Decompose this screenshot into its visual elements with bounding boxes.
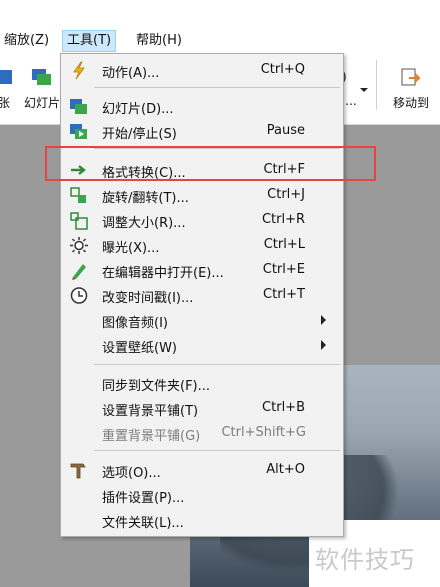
menu-item-open-in-editor[interactable]: 在编辑器中打开(E)... Ctrl+E [62,258,342,283]
menu-item-label: 幻灯片(D)... [102,102,174,117]
menu-item-label: 图像音频(I) [102,316,168,331]
menu-item-options[interactable]: 选项(O)... Alt+O [62,458,342,483]
resize-icon [69,211,89,230]
lightning-icon [69,61,89,80]
menu-item-set-tile[interactable]: 设置背景平铺(T) Ctrl+B [62,396,342,421]
menu-item-shortcut: Ctrl+E [262,262,305,277]
menu-item-shortcut: Ctrl+L [263,237,305,252]
menu-separator [94,364,340,365]
menu-item-label: 在编辑器中打开(E)... [102,266,224,281]
menu-item-label: 设置壁纸(W) [102,341,177,356]
menu-item-label: 改变时间戳(I)... [102,291,194,306]
submenu-arrow-icon [321,340,326,350]
menu-item-slideshow[interactable]: 幻灯片(D)... [62,94,342,119]
toolbar-partial-label: 张 [0,96,10,110]
menu-item-action[interactable]: 动作(A)... Ctrl+Q [62,58,342,83]
clock-icon [69,286,89,305]
menu-zoom[interactable]: 缩放(Z) [0,31,53,51]
move-to-button[interactable]: 移动到 [386,60,436,111]
watermark-text: 软件技巧 [315,546,415,574]
menu-item-image-audio[interactable]: 图像音频(I) [62,308,342,333]
move-to-label: 移动到 [392,96,429,110]
menu-item-shortcut: Ctrl+R [261,212,305,227]
menu-item-label: 曝光(X)... [102,241,160,256]
menu-item-label: 旋转/翻转(T)... [102,191,189,206]
menu-separator [94,450,340,451]
exposure-icon [69,236,89,255]
menu-item-change-timestamp[interactable]: 改变时间戳(I)... Ctrl+T [62,283,342,308]
toolbar-hidden-label: ... [345,94,357,108]
toolbar-partial-button[interactable]: 张 [0,60,14,111]
menu-item-set-wallpaper[interactable]: 设置壁纸(W) [62,333,342,358]
start-stop-icon [69,122,89,141]
menu-item-label: 选项(O)... [102,466,161,481]
menu-separator [94,87,340,88]
menu-help[interactable]: 帮助(H) [132,31,186,51]
menu-item-shortcut: Ctrl+J [267,187,305,202]
editor-icon [69,261,89,280]
menu-item-label: 同步到文件夹(F)... [102,379,211,394]
menu-item-label: 设置背景平铺(T) [102,404,199,419]
menu-item-label: 插件设置(P)... [102,491,185,506]
submenu-arrow-icon [321,315,326,325]
menu-item-sync-folder[interactable]: 同步到文件夹(F)... [62,371,342,396]
menu-item-shortcut: Ctrl+B [262,400,305,415]
menubar: 缩放(Z) 工具(T) 帮助(H) [0,28,440,54]
menu-item-resize[interactable]: 调整大小(R)... Ctrl+R [62,208,342,233]
rotate-icon [69,186,89,205]
menu-item-rotate-flip[interactable]: 旋转/翻转(T)... Ctrl+J [62,183,342,208]
menu-item-shortcut: Ctrl+T [263,287,305,302]
toolbar-divider [376,60,377,110]
slideshow-icon [30,66,54,88]
menu-item-start-stop[interactable]: 开始/停止(S) Pause [62,119,342,144]
menu-item-label: 文件关联(L)... [102,516,184,531]
chevron-down-icon[interactable] [360,88,368,92]
menu-item-label: 重置背景平铺(G) [102,429,201,444]
menu-item-shortcut: Alt+O [266,462,305,477]
toolbar-partial-icon [0,66,18,88]
menu-item-shortcut: Ctrl+Q [260,62,305,77]
options-icon [69,461,89,480]
move-to-icon [399,66,423,88]
highlight-box [45,146,376,181]
menu-item-label: 动作(A)... [102,66,160,81]
menu-item-shortcut: Ctrl+Shift+G [221,425,306,440]
slideshow-icon [69,97,89,116]
menu-item-file-association[interactable]: 文件关联(L)... [62,508,342,533]
slideshow-label: 幻灯片 [23,96,60,110]
menu-item-exposure[interactable]: 曝光(X)... Ctrl+L [62,233,342,258]
menu-item-label: 调整大小(R)... [102,216,186,231]
menu-item-plugin-settings[interactable]: 插件设置(P)... [62,483,342,508]
menu-item-shortcut: Pause [266,123,305,138]
menu-item-reset-tile: 重置背景平铺(G) Ctrl+Shift+G [62,421,342,446]
menu-tools[interactable]: 工具(T) [62,30,117,52]
tools-menu: 动作(A)... Ctrl+Q 幻灯片(D)... 开始/停止(S) Pause… [60,53,344,537]
slideshow-button[interactable]: 幻灯片 [20,60,64,111]
menu-item-label: 开始/停止(S) [102,127,177,142]
